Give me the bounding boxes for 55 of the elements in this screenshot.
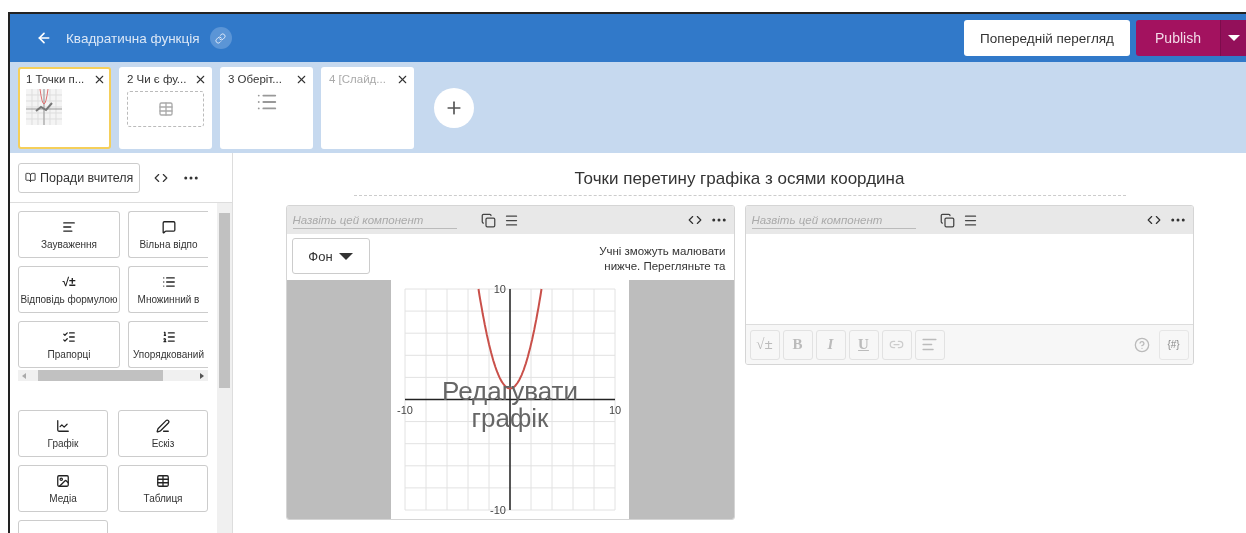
copy-icon[interactable]	[939, 212, 955, 228]
copy-icon[interactable]	[480, 212, 496, 228]
component-tile[interactable]: √± Відповідь формулою	[18, 266, 120, 313]
table-icon	[156, 473, 170, 488]
horizontal-scrollbar[interactable]	[18, 370, 208, 381]
slide-card[interactable]: 1 Точки п...	[18, 66, 111, 149]
publish-button[interactable]: Publish	[1136, 20, 1220, 56]
image-icon	[56, 473, 70, 488]
speech-icon	[161, 219, 176, 234]
align-icon	[921, 336, 938, 353]
list-icon	[161, 274, 176, 289]
tick-label: -10	[397, 403, 413, 416]
component-tile[interactable]: Таблиця	[118, 465, 208, 512]
back-icon[interactable]	[36, 30, 52, 46]
tick-label: 10	[608, 403, 622, 416]
vertical-scrollbar[interactable]	[217, 203, 232, 533]
add-slide-button[interactable]	[434, 87, 474, 128]
component-tile[interactable]: Медіа	[18, 465, 108, 512]
teacher-tips-button[interactable]: Поради вчителя	[18, 162, 141, 193]
pen-icon	[156, 418, 170, 433]
component-tile[interactable]: Множинний в	[128, 266, 208, 313]
document-title: Квадратична функція	[66, 30, 200, 46]
menu-icon[interactable]	[962, 212, 978, 228]
tick-label: -10	[490, 504, 506, 516]
component-tile[interactable]: Прапорці	[18, 321, 120, 368]
checklist-icon	[62, 329, 76, 344]
graph-icon	[56, 418, 70, 433]
formula-glyph: √±	[62, 274, 76, 289]
tick-label: 10	[493, 283, 506, 295]
preview-button[interactable]: Попередній перегляд	[964, 20, 1130, 56]
lines-icon	[62, 219, 76, 234]
component-tile[interactable]: Вільна відпо	[128, 211, 208, 258]
background-dropdown[interactable]: Фон	[291, 238, 370, 274]
slide-title: 2 Чи є фу...	[127, 72, 187, 85]
component-tile[interactable]: Ескіз	[118, 410, 208, 457]
publish-menu-button[interactable]	[1220, 20, 1246, 56]
component-tile[interactable]: Упорядкований	[128, 321, 208, 368]
table-icon	[157, 100, 174, 117]
slide-title: 4 [Слайд...	[329, 72, 386, 85]
screen-title[interactable]: Точки перетину графіка з осями координа	[353, 169, 1126, 196]
component-tile[interactable]: Зауваження	[18, 211, 120, 258]
book-icon	[25, 172, 36, 183]
hint-text: Учні зможуть малювати нижче. Перегляньте та	[598, 244, 726, 274]
component-tile[interactable]: Графік	[18, 410, 108, 457]
ordered-list-icon	[161, 329, 176, 344]
slide-card[interactable]: 2 Чи є фу...	[119, 66, 212, 149]
graph-thumbnail-icon	[26, 88, 62, 125]
menu-icon[interactable]	[503, 212, 519, 228]
code-icon[interactable]	[687, 213, 702, 227]
code-icon[interactable]	[1146, 213, 1161, 227]
slide-title: 3 Оберіт...	[228, 72, 282, 85]
slide-title: 1 Точки п...	[26, 72, 85, 85]
link-icon[interactable]	[209, 27, 232, 49]
insert-variable-button[interactable]: {#}	[1158, 329, 1189, 360]
slide-card[interactable]: 3 Оберіт...	[220, 66, 313, 149]
